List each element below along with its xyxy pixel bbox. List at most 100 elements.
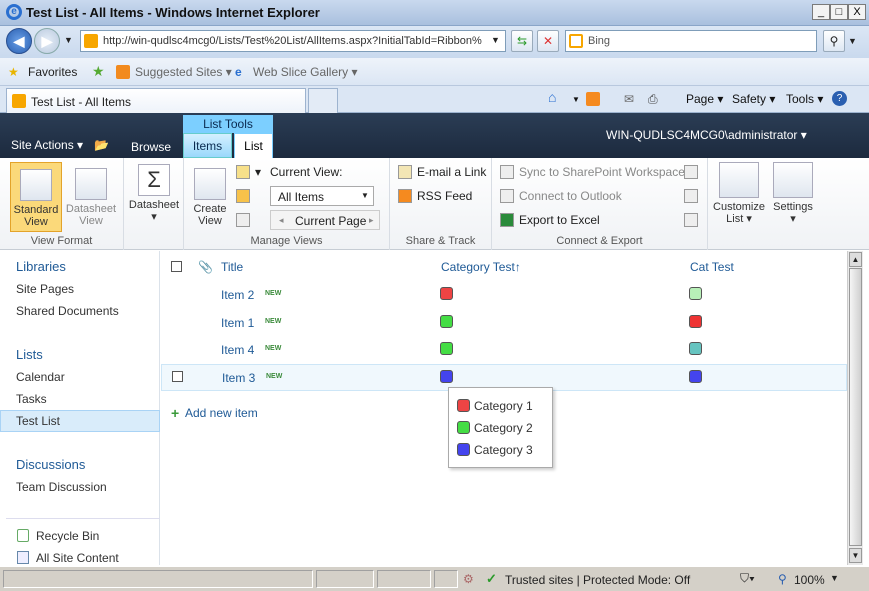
add-favorites-icon[interactable]: ★	[92, 63, 105, 80]
refresh-icon[interactable]: ⇆	[511, 30, 533, 52]
status-cell	[377, 570, 431, 588]
security-zone-status[interactable]: Trusted sites | Protected Mode: Off	[505, 573, 690, 587]
table-row[interactable]: Item 1 NEW	[161, 309, 847, 336]
category-test-indicator[interactable]	[440, 370, 453, 383]
print-icon[interactable]: ⎙	[648, 92, 658, 107]
datasheet-view-label: Datasheet View	[65, 203, 117, 227]
datasheet-view-icon	[75, 168, 107, 200]
select-all-checkbox[interactable]	[171, 261, 182, 272]
category-tooltip: Category 1 Category 2 Category 3	[448, 387, 553, 468]
ribbon: Standard View Datasheet View View Format…	[0, 158, 869, 250]
scroll-down-icon[interactable]: ▼	[849, 548, 862, 563]
settings-button[interactable]: Settings ▾	[768, 162, 818, 225]
nav-libraries-heading[interactable]: Libraries	[16, 259, 66, 274]
suggested-sites-link[interactable]: Suggested Sites ▾	[135, 65, 232, 79]
nav-tasks[interactable]: Tasks	[16, 392, 47, 406]
nav-test-list-selected[interactable]: Test List	[0, 410, 160, 432]
project-icon[interactable]	[684, 213, 703, 227]
sync-sharepoint-button[interactable]: Sync to SharePoint Workspace	[500, 165, 685, 179]
zoom-dropdown-icon[interactable]: ▼	[830, 573, 839, 583]
nav-recycle-bin[interactable]: Recycle Bin	[36, 529, 99, 543]
site-actions-menu[interactable]: Site Actions ▾	[11, 138, 83, 152]
back-button[interactable]: ◀	[6, 28, 32, 54]
nav-shared-documents[interactable]: Shared Documents	[16, 304, 119, 318]
safety-menu[interactable]: Safety ▾	[732, 92, 775, 106]
table-row[interactable]: Item 4 NEW	[161, 336, 847, 363]
current-view-select[interactable]: All Items ▼	[270, 186, 374, 206]
category-2-label: Category 2	[474, 421, 533, 435]
mail-icon[interactable]: ✉	[624, 92, 634, 106]
customize-list-button[interactable]: Customize List ▾	[710, 162, 768, 225]
maximize-button[interactable]: □	[830, 4, 848, 20]
export-excel-button[interactable]: Export to Excel	[500, 213, 600, 227]
item-title-link[interactable]: Item 3	[222, 371, 255, 385]
table-row[interactable]: Item 2 NEW	[161, 281, 847, 308]
access-icon[interactable]	[684, 189, 703, 203]
item-title-link[interactable]: Item 1	[221, 316, 254, 330]
nav-discussions-heading[interactable]: Discussions	[16, 457, 85, 472]
nav-lists-heading[interactable]: Lists	[16, 347, 43, 362]
minimize-button[interactable]: _	[812, 4, 830, 20]
datasheet-view-button[interactable]: Datasheet View	[64, 168, 118, 227]
tab-test-list[interactable]: Test List - All Items	[6, 88, 306, 113]
datasheet-button[interactable]: Σ Datasheet ▾	[126, 164, 182, 223]
standard-view-button[interactable]: Standard View	[10, 162, 62, 232]
connect-outlook-button[interactable]: Connect to Outlook	[500, 189, 622, 203]
address-text[interactable]: http://win-qudlsc4mcg0/Lists/Test%20List…	[103, 35, 483, 47]
nav-all-site-content[interactable]: All Site Content	[36, 551, 119, 565]
share-track-label: Share & Track	[405, 235, 476, 247]
search-options-icon[interactable]: ▼	[848, 36, 857, 46]
previous-page-icon[interactable]: ◂	[279, 215, 284, 226]
tab-browse[interactable]: Browse	[131, 140, 171, 154]
forward-button[interactable]: ▶	[34, 28, 60, 54]
feeds-icon[interactable]	[586, 92, 600, 106]
column-header-cat-test[interactable]: Cat Test	[690, 260, 734, 274]
item-title-link[interactable]: Item 2	[221, 288, 254, 302]
new-tab-button[interactable]	[308, 88, 338, 113]
search-icon[interactable]: ⚲	[823, 30, 845, 52]
modify-view-icon[interactable]: ▾	[236, 165, 261, 179]
rss-feed-button[interactable]: RSS Feed	[398, 189, 472, 203]
vertical-scrollbar[interactable]: ▲ ▼	[847, 251, 863, 565]
column-header-title[interactable]: Title	[221, 260, 243, 274]
zoom-level[interactable]: 100%	[794, 573, 825, 587]
navigate-up-icon[interactable]: 📂	[94, 138, 109, 152]
nav-site-pages[interactable]: Site Pages	[16, 282, 74, 296]
tab-items[interactable]: Items	[183, 133, 232, 158]
excel-icon	[500, 213, 514, 227]
web-slice-gallery-link[interactable]: Web Slice Gallery ▾	[253, 65, 358, 79]
scrollbar-thumb[interactable]	[849, 268, 862, 546]
navigate-up-small-icon[interactable]	[236, 213, 255, 227]
create-view-button[interactable]: Create View	[188, 168, 232, 227]
home-dropdown-icon[interactable]: ▼	[572, 95, 580, 104]
recent-pages-dropdown-icon[interactable]: ▼	[64, 35, 73, 45]
category-3-label: Category 3	[474, 443, 533, 457]
email-link-button[interactable]: E-mail a Link	[398, 165, 486, 179]
next-page-icon[interactable]: ▸	[369, 215, 374, 226]
address-bar[interactable]: http://win-qudlsc4mcg0/Lists/Test%20List…	[80, 30, 506, 52]
modify-columns-icon[interactable]	[236, 189, 255, 203]
help-icon[interactable]: ?	[832, 91, 847, 106]
protected-zone-icon[interactable]: ⛉▾	[740, 571, 755, 586]
home-icon[interactable]: ⌂	[548, 89, 556, 105]
nav-team-discussion[interactable]: Team Discussion	[16, 480, 107, 494]
row-checkbox[interactable]	[172, 371, 183, 382]
standard-view-icon	[20, 169, 52, 201]
favorites-button[interactable]: Favorites	[28, 65, 77, 79]
page-menu[interactable]: Page ▾	[686, 92, 723, 106]
add-new-item-link[interactable]: Add new item	[185, 406, 258, 420]
close-button[interactable]: X	[848, 4, 866, 20]
visio-icon[interactable]	[684, 165, 703, 179]
search-input[interactable]: Bing	[565, 30, 817, 52]
address-dropdown-icon[interactable]: ▼	[491, 35, 500, 45]
user-menu[interactable]: WIN-QUDLSC4MCG0\administrator ▾	[606, 128, 807, 142]
tab-list[interactable]: List	[234, 133, 273, 159]
nav-calendar[interactable]: Calendar	[16, 370, 65, 384]
scroll-up-icon[interactable]: ▲	[849, 252, 862, 267]
tools-menu[interactable]: Tools ▾	[786, 92, 823, 106]
item-title-link[interactable]: Item 4	[221, 343, 254, 357]
standard-view-label: Standard View	[13, 204, 59, 228]
stop-icon[interactable]: ✕	[537, 30, 559, 52]
column-header-category-test[interactable]: Category Test↑	[441, 260, 521, 274]
recycle-bin-icon	[17, 529, 29, 542]
